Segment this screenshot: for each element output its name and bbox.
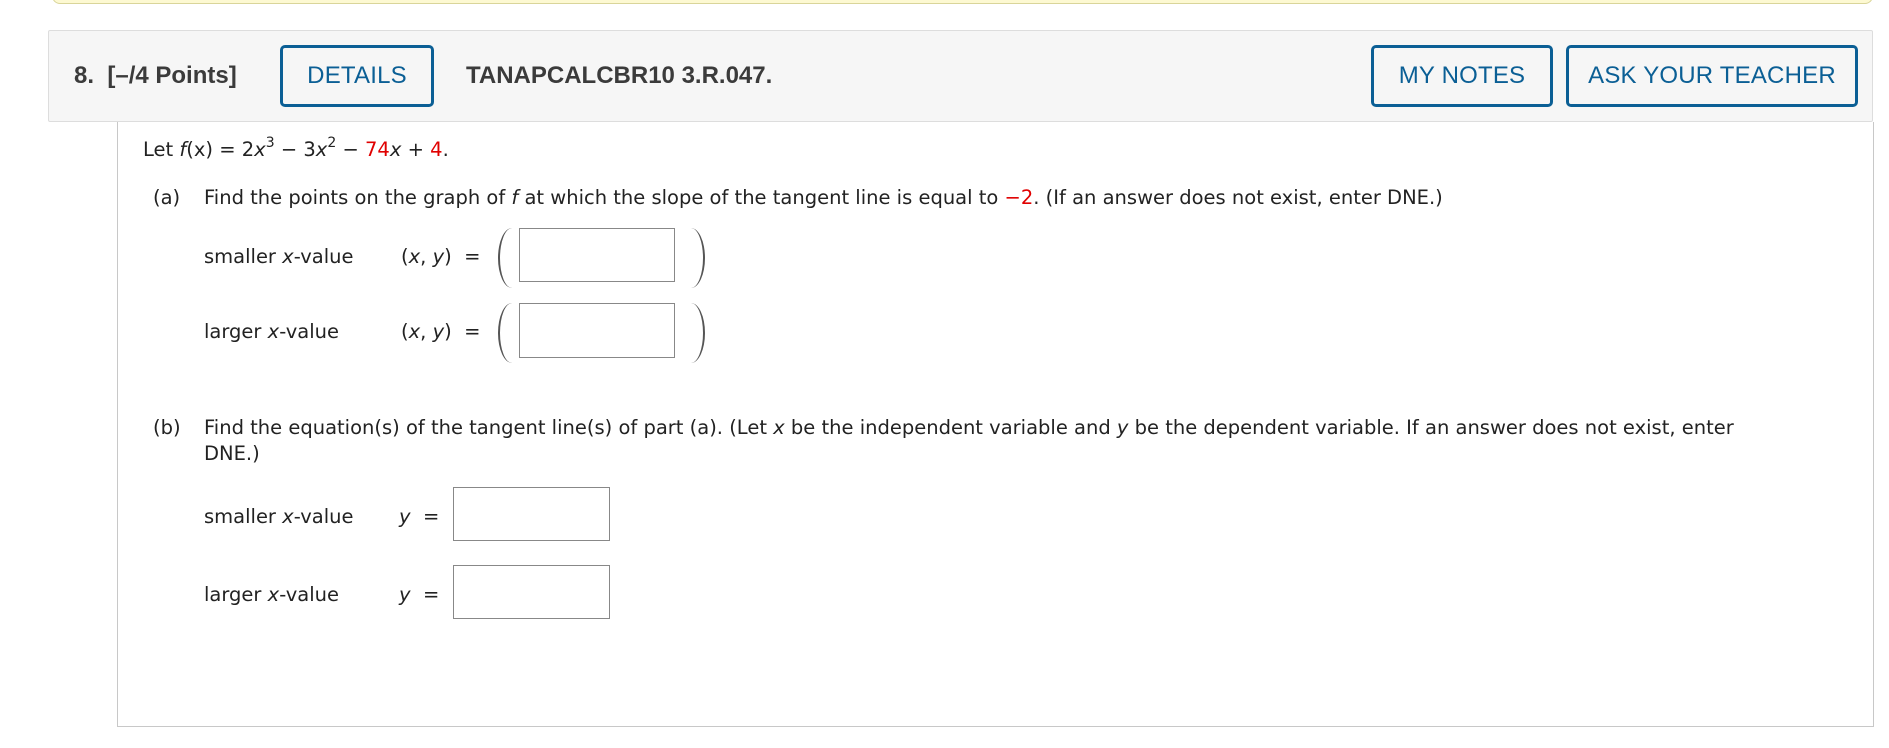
part-b-larger-equation-input[interactable] [453,565,610,619]
var-x: x [315,138,328,161]
randomized-coefficient: 74 [365,138,390,161]
text: at which the slope of the tangent line i… [518,186,1005,209]
text: Find the points on the graph of [204,186,512,209]
text: -value [279,583,339,606]
var-y: y [1116,416,1129,439]
var-x: x [282,505,294,528]
question-number: 8. [74,62,95,89]
exponent: 2 [327,135,337,151]
function-definition: Let f(x) = 2x3 − 3x2 − 74x + 4. [143,135,449,162]
var-x: x [282,245,294,268]
part-b-row-label: larger x-value [204,583,339,607]
left-paren [498,228,512,288]
details-button[interactable]: DETAILS [280,45,434,107]
right-paren [691,303,705,363]
part-a-row-lhs: (x, y) = [401,245,481,268]
text: be the independent variable and [784,416,1117,439]
text: − [336,138,366,161]
text: smaller [204,505,283,528]
part-b-smaller-equation-input[interactable] [453,487,610,541]
text: be the dependent variable. If an answer … [1128,416,1734,439]
left-paren [498,303,512,363]
var-x: x [408,245,421,268]
var-x: x [267,583,280,606]
part-b-prompt-cont: DNE.) [204,442,260,465]
text: = 2 [213,138,255,161]
text: − 3 [274,138,316,161]
question-number-points: 8. [–/4 Points] [74,31,237,121]
text: -value [293,245,354,268]
var-x: x [254,138,266,161]
randomized-constant: 4 [430,138,443,161]
part-a-larger-point-input[interactable] [519,303,675,358]
var-y: y [399,505,411,528]
part-a-prompt: Find the points on the graph of f at whi… [204,186,1443,210]
my-notes-button[interactable]: MY NOTES [1371,45,1553,107]
text: larger [204,320,268,343]
text: . [442,138,449,161]
part-a-row-lhs: (x, y) = [401,320,481,343]
text: -value [293,505,354,528]
var-x: x [773,416,785,439]
right-paren [691,228,705,288]
notice-banner [52,0,1873,4]
var-y: y [432,320,445,343]
part-b-label: (b) [153,416,181,439]
var-y: y [432,245,445,268]
part-b-row-label: smaller x-value [204,505,353,529]
randomized-slope: −2 [1004,186,1034,209]
var-x: x [389,138,402,161]
question-header: 8. [–/4 Points] DETAILS TANAPCALCBR10 3.… [48,30,1873,122]
var-y: y [399,583,411,606]
var-x: x [408,320,421,343]
text: Find the equation(s) of the tangent line… [204,416,774,439]
question-code: TANAPCALCBR10 3.R.047. [466,62,773,89]
part-a-row-label: larger x-value [204,320,339,344]
part-b-row-lhs: y = [399,505,440,528]
ask-your-teacher-button[interactable]: ASK YOUR TEACHER [1566,45,1858,107]
func-arg: (x) [186,138,214,161]
text: . (If an answer does not exist, enter DN… [1033,186,1443,209]
text: Let [143,138,180,161]
var-x: x [267,320,280,343]
part-a-label: (a) [153,186,181,209]
exponent: 3 [265,135,275,151]
part-b-row-lhs: y = [399,583,440,606]
question-points: [–/4 Points] [107,62,237,89]
text: -value [279,320,339,343]
part-b-prompt: Find the equation(s) of the tangent line… [204,416,1734,440]
text: smaller [204,245,283,268]
part-a-row-label: smaller x-value [204,245,353,269]
question-body: Let f(x) = 2x3 − 3x2 − 74x + 4. (a) Find… [117,122,1874,727]
text: larger [204,583,268,606]
part-a-smaller-point-input[interactable] [519,228,675,282]
text: + [401,138,431,161]
